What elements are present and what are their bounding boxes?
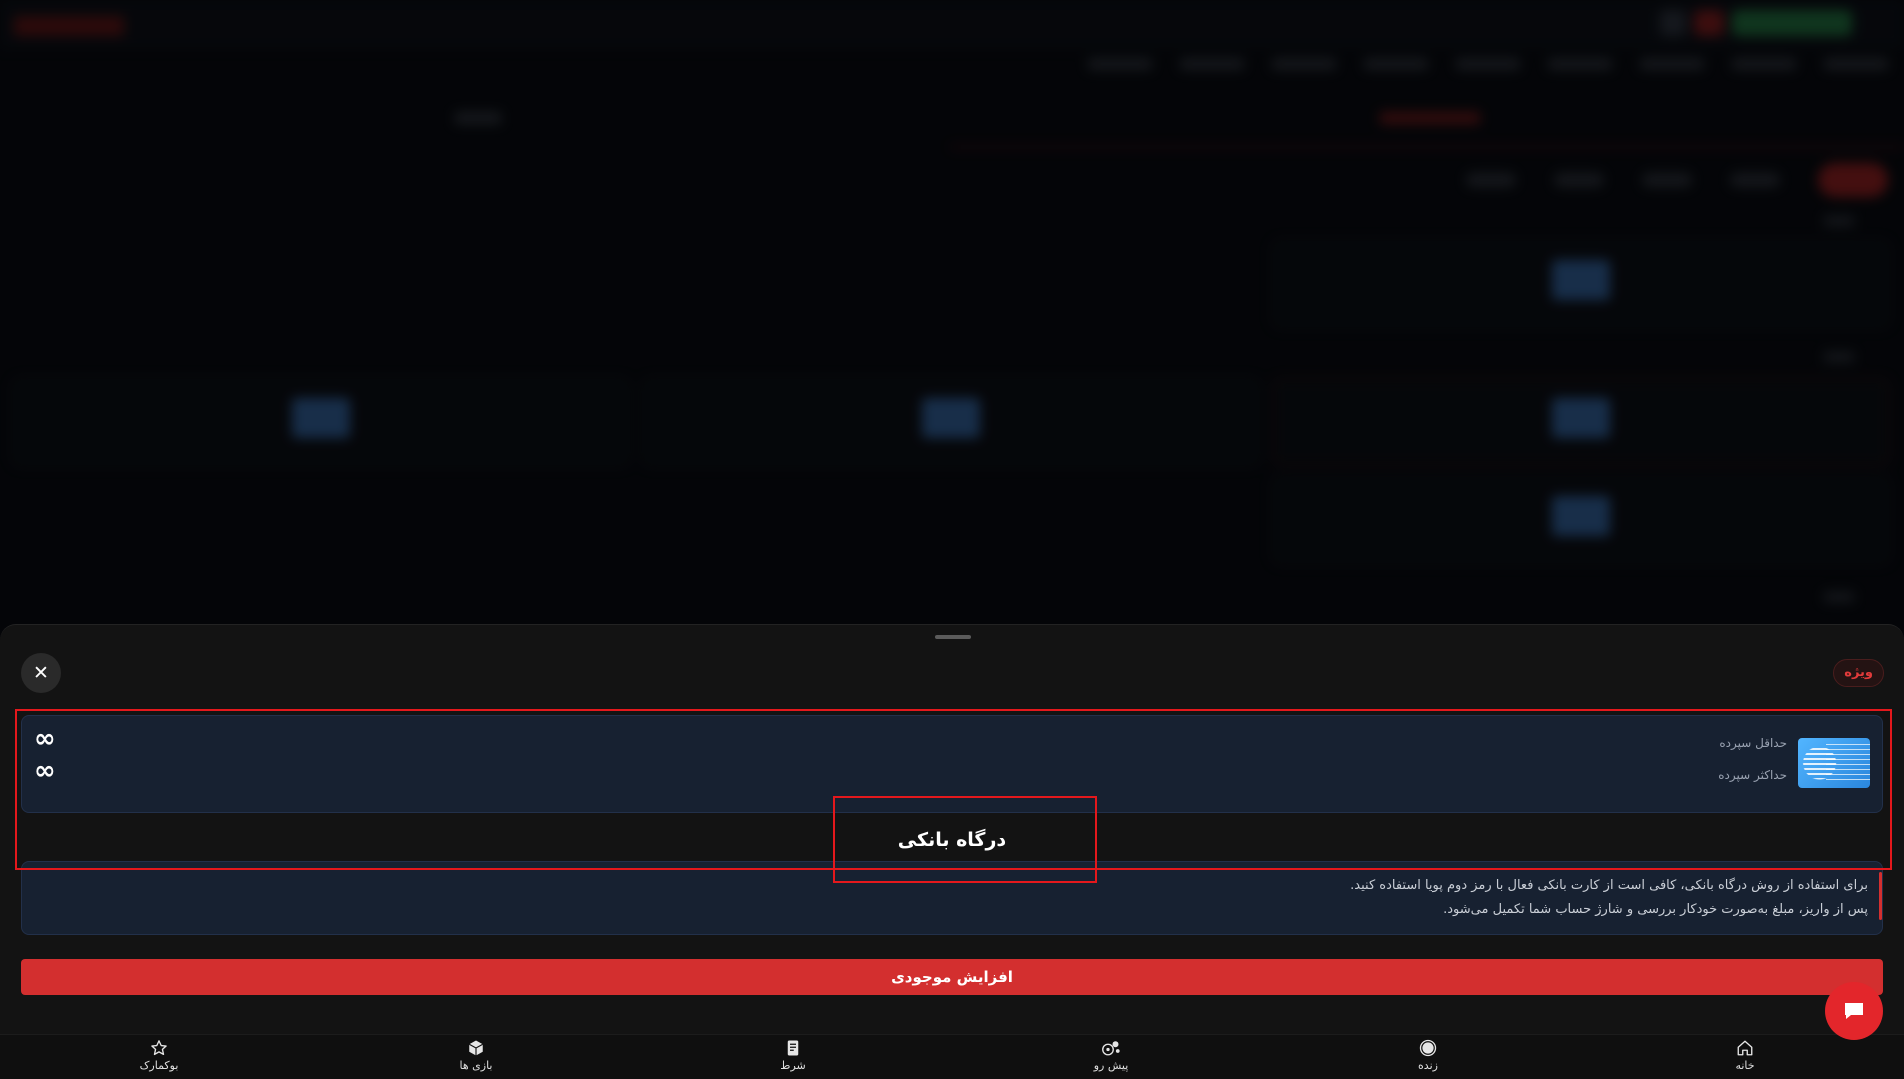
min-deposit-label: حداقل سپرده: [1719, 736, 1787, 750]
nav-item-prematch[interactable]: پیش رو: [1061, 1039, 1161, 1079]
nav-item-bets[interactable]: شرط: [743, 1039, 843, 1079]
soccer-icon: [1102, 1041, 1120, 1056]
home-icon: [1737, 1040, 1753, 1056]
min-deposit-value: ∞: [34, 724, 56, 754]
receipt-icon: [787, 1040, 799, 1056]
special-badge: ویژه: [1833, 659, 1884, 687]
max-deposit-value: ∞: [34, 756, 56, 786]
nav-item-home[interactable]: خانه: [1695, 1039, 1795, 1079]
bottom-nav: بوکمارک بازی ها شرط پیش رو زنده خانه: [0, 1034, 1904, 1079]
nav-label: بوکمارک: [139, 1059, 179, 1072]
max-deposit-label: حداکثر سپرده: [1718, 768, 1787, 782]
star-icon: [151, 1040, 167, 1056]
sheet-drag-handle[interactable]: [935, 635, 971, 639]
nav-label: زنده: [1418, 1059, 1438, 1072]
payment-method-sheet: ✕ ویژه حداقل سپرده حداکثر سپرده ∞ ∞ درگا…: [0, 624, 1904, 1034]
nav-label: خانه: [1735, 1059, 1755, 1072]
chat-button[interactable]: [1825, 982, 1883, 1040]
close-button[interactable]: ✕: [21, 653, 61, 693]
chat-bubble-icon: [1845, 1003, 1863, 1019]
nav-item-games[interactable]: بازی ها: [426, 1039, 526, 1079]
cube-icon: [468, 1040, 484, 1056]
info-line: برای استفاده از روش درگاه بانکی، کافی اس…: [1350, 878, 1868, 893]
nav-label: شرط: [780, 1059, 806, 1072]
nav-item-bookmark[interactable]: بوکمارک: [109, 1039, 209, 1079]
nav-label: پیش رو: [1093, 1059, 1129, 1072]
nav-item-live[interactable]: زنده: [1378, 1039, 1478, 1079]
info-box: برای استفاده از روش درگاه بانکی، کافی اس…: [21, 861, 1883, 935]
info-line: پس از واریز، مبلغ به‌صورت خودکار بررسی و…: [1443, 902, 1868, 917]
increase-balance-button[interactable]: افزایش موجودی: [21, 959, 1883, 995]
method-title: درگاه بانکی: [897, 829, 1007, 851]
nav-label: بازی ها: [459, 1059, 493, 1072]
bank-gateway-logo-icon: [1798, 738, 1870, 788]
payment-method-card: حداقل سپرده حداکثر سپرده ∞ ∞: [21, 715, 1883, 813]
screen: ✕ ویژه حداقل سپرده حداکثر سپرده ∞ ∞ درگا…: [0, 0, 1904, 1079]
info-accent-bar: [1879, 872, 1882, 920]
live-dot-icon: [1419, 1039, 1437, 1057]
